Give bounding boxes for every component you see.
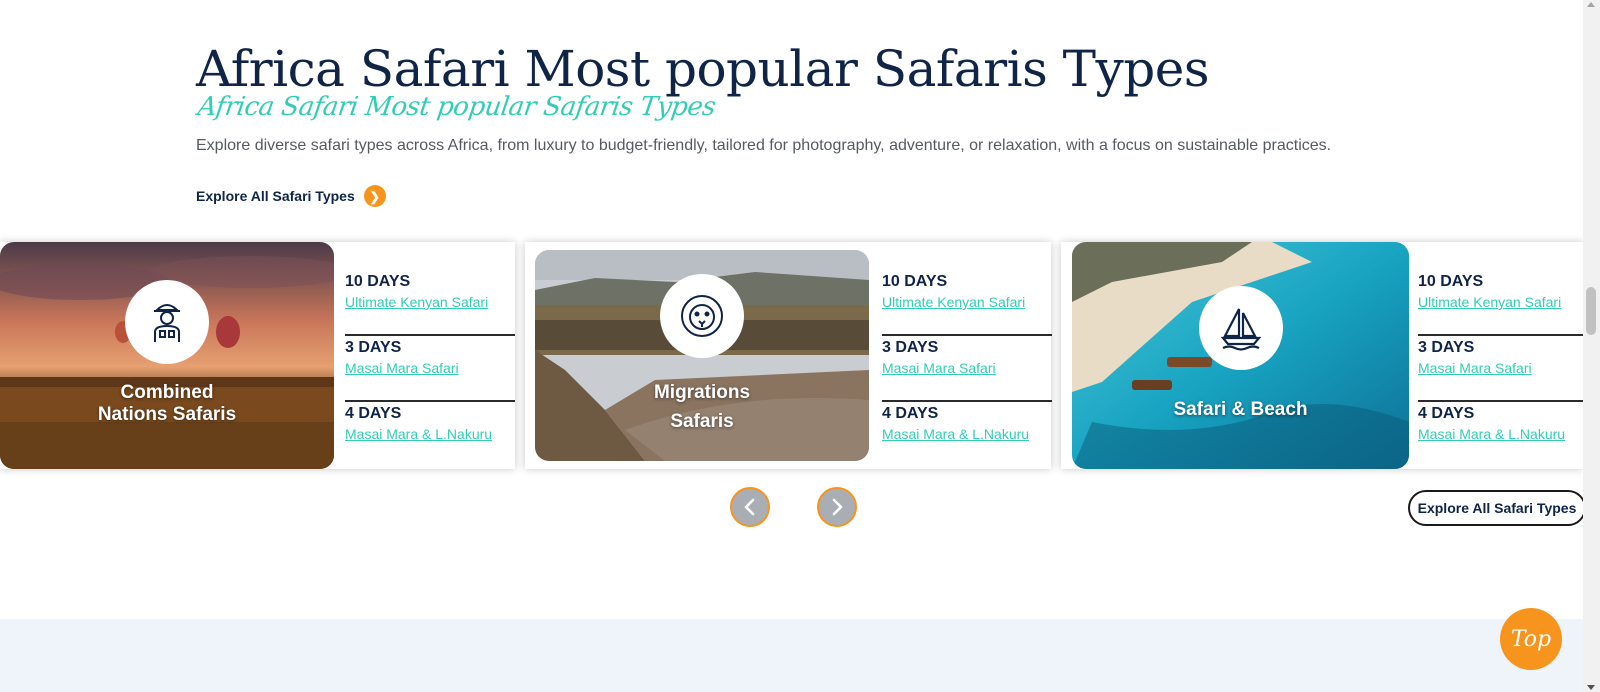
trip-link[interactable]: Ultimate Kenyan Safari <box>345 292 515 312</box>
trip-item: 4 DAYS Masai Mara & L.Nakuru <box>345 404 515 466</box>
trip-duration: 4 DAYS <box>882 405 939 422</box>
explore-all-safari-types-button[interactable]: Explore All Safari Types <box>1408 490 1586 526</box>
trip-list: 10 DAYS Ultimate Kenyan Safari 3 DAYS Ma… <box>1418 270 1583 466</box>
safari-type-image[interactable]: Safari & Beach <box>1072 242 1409 469</box>
trip-list: 10 DAYS Ultimate Kenyan Safari 3 DAYS Ma… <box>345 270 515 466</box>
section-title: Africa Safari Most popular Safaris Types <box>196 40 1210 98</box>
trip-item: 3 DAYS Masai Mara Safari <box>1418 338 1583 402</box>
section-script-subtitle: Africa Safari Most popular Safaris Types <box>195 92 718 122</box>
page: Africa Safari Most popular Safaris Types… <box>0 0 1586 692</box>
carousel-next-button[interactable] <box>817 487 857 527</box>
safari-type-card: Migrations Safaris 10 DAYS Ultimate Keny… <box>525 242 1052 469</box>
section-intro: Explore diverse safari types across Afri… <box>196 137 1332 154</box>
lion-icon <box>681 295 723 337</box>
trip-duration: 3 DAYS <box>882 339 939 356</box>
trip-item: 10 DAYS Ultimate Kenyan Safari <box>345 272 515 336</box>
trip-item: 3 DAYS Masai Mara Safari <box>345 338 515 402</box>
trip-duration: 4 DAYS <box>345 405 402 422</box>
trip-item: 3 DAYS Masai Mara Safari <box>882 338 1052 402</box>
trip-item: 4 DAYS Masai Mara & L.Nakuru <box>882 404 1052 466</box>
category-title: Migrations Safaris <box>653 382 751 432</box>
chevron-right-icon <box>832 498 843 516</box>
trip-duration: 10 DAYS <box>882 273 948 290</box>
trip-link[interactable]: Masai Mara & L.Nakuru <box>882 424 1052 444</box>
trip-link[interactable]: Masai Mara Safari <box>1418 358 1583 378</box>
scrollbar-thumb[interactable] <box>1586 287 1596 335</box>
trip-link[interactable]: Masai Mara Safari <box>345 358 515 378</box>
safari-type-card: Safari & Beach 10 DAYS Ultimate Kenyan S… <box>1061 242 1583 469</box>
scroll-down-arrow-icon[interactable] <box>1587 685 1595 690</box>
safari-type-card: Combined Nations Safaris 10 DAYS Ultimat… <box>0 242 515 469</box>
trip-list: 10 DAYS Ultimate Kenyan Safari 3 DAYS Ma… <box>882 270 1052 466</box>
category-badge <box>125 280 209 364</box>
explore-link-label: Explore All Safari Types <box>196 188 355 204</box>
carousel-prev-button[interactable] <box>730 487 770 527</box>
category-title: Combined Nations Safaris <box>97 382 237 425</box>
back-to-top-button[interactable]: Top <box>1500 608 1562 670</box>
page-scrollbar[interactable] <box>1583 0 1600 692</box>
trip-item: 4 DAYS Masai Mara & L.Nakuru <box>1418 404 1583 466</box>
trip-duration: 4 DAYS <box>1418 405 1475 422</box>
category-badge <box>660 274 744 358</box>
trip-duration: 10 DAYS <box>345 273 411 290</box>
sailboat-icon <box>1220 308 1261 351</box>
safari-type-image[interactable]: Migrations Safaris <box>535 250 869 461</box>
category-badge <box>1198 286 1283 370</box>
chevron-left-icon <box>744 498 755 516</box>
safari-types-carousel: Combined Nations Safaris 10 DAYS Ultimat… <box>0 242 1583 470</box>
explore-all-safari-types-link[interactable]: Explore All Safari Types ❯ <box>196 185 386 207</box>
trip-link[interactable]: Ultimate Kenyan Safari <box>882 292 1052 312</box>
trip-link[interactable]: Masai Mara & L.Nakuru <box>345 424 515 444</box>
trip-duration: 3 DAYS <box>345 339 402 356</box>
trip-link[interactable]: Masai Mara Safari <box>882 358 1052 378</box>
trip-link[interactable]: Masai Mara & L.Nakuru <box>1418 424 1583 444</box>
safari-guide-icon <box>154 304 180 342</box>
safari-type-image[interactable]: Combined Nations Safaris <box>0 242 334 469</box>
next-section-background <box>0 619 1583 692</box>
trip-duration: 3 DAYS <box>1418 339 1475 356</box>
category-title: Safari & Beach <box>1173 399 1308 420</box>
trip-link[interactable]: Ultimate Kenyan Safari <box>1418 292 1583 312</box>
trip-item: 10 DAYS Ultimate Kenyan Safari <box>882 272 1052 336</box>
chevron-right-icon: ❯ <box>363 185 386 207</box>
scroll-up-arrow-icon[interactable] <box>1587 2 1595 7</box>
trip-item: 10 DAYS Ultimate Kenyan Safari <box>1418 272 1583 336</box>
trip-duration: 10 DAYS <box>1418 273 1484 290</box>
